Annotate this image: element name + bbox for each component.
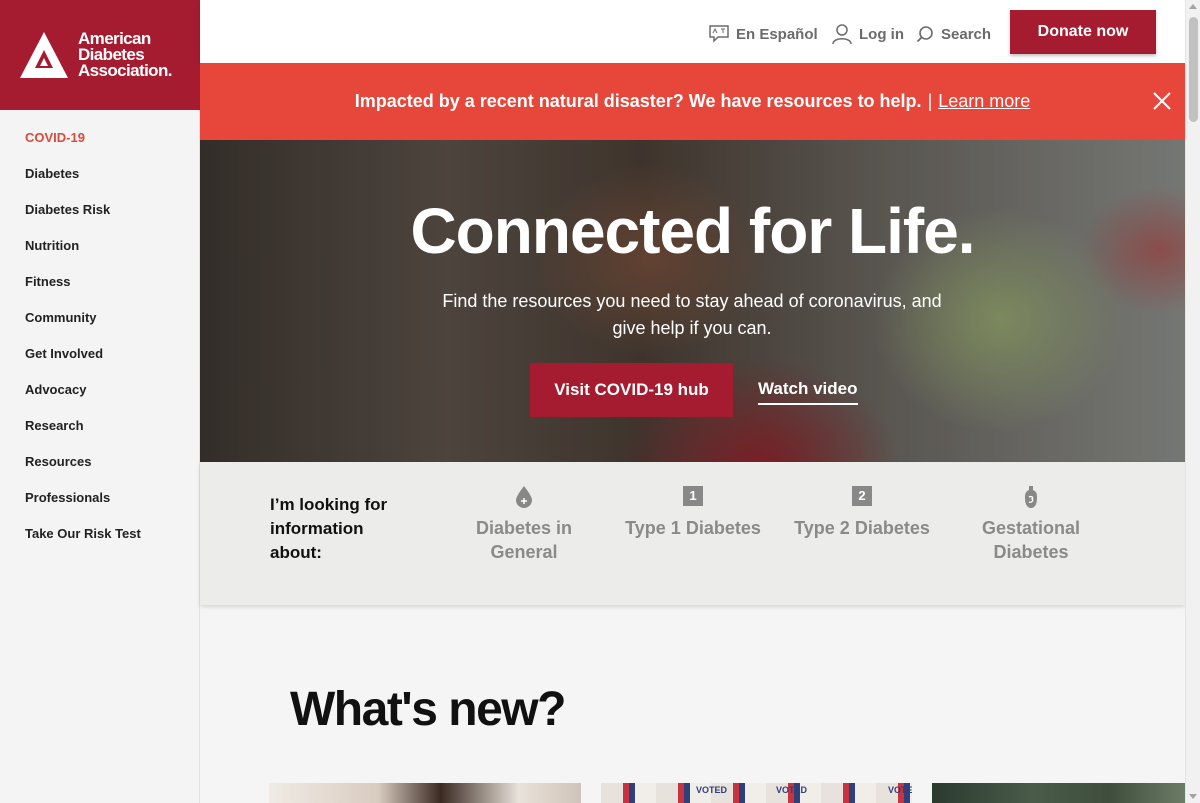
topic-type-2[interactable]: 2 Type 2 Diabetes xyxy=(787,486,937,540)
gestational-icon xyxy=(1025,486,1037,508)
news-card-image[interactable] xyxy=(932,783,1185,803)
topic-type-1[interactable]: 1 Type 1 Diabetes xyxy=(618,486,768,540)
sticker-text: VOTE xyxy=(888,785,912,795)
type1-icon: 1 xyxy=(683,486,703,506)
logo-wordmark: American Diabetes Association. xyxy=(78,30,172,80)
search-button[interactable]: Search xyxy=(916,24,991,44)
language-switch[interactable]: En Español xyxy=(709,24,818,44)
news-card-image[interactable] xyxy=(269,783,581,803)
ada-triangle-logo-icon xyxy=(20,32,68,78)
scroll-down-arrow-icon[interactable] xyxy=(1189,794,1197,799)
topic-label: Type 1 Diabetes xyxy=(625,518,761,538)
translate-icon xyxy=(709,25,729,43)
donate-button[interactable]: Donate now xyxy=(1010,10,1156,54)
sidebar-item-covid-19[interactable]: COVID-19 xyxy=(0,129,199,165)
sidebar-item-diabetes[interactable]: Diabetes xyxy=(0,165,199,201)
sidebar-item-advocacy[interactable]: Advocacy xyxy=(0,381,199,417)
alert-separator: | xyxy=(927,91,933,111)
topic-label: Diabetes in General xyxy=(475,518,573,562)
alert-message: Impacted by a recent natural disaster? W… xyxy=(354,91,922,111)
main-nav: COVID-19 Diabetes Diabetes Risk Nutritio… xyxy=(0,110,199,561)
disaster-alert-banner: Impacted by a recent natural disaster? W… xyxy=(200,63,1185,140)
sticker-text: VOTED xyxy=(776,785,808,795)
hero-banner: Connected for Life. Find the resources y… xyxy=(200,140,1185,462)
sidebar-item-nutrition[interactable]: Nutrition xyxy=(0,237,199,273)
top-bar: En Español Log in Search Donate now xyxy=(200,0,1185,63)
language-label: En Español xyxy=(736,25,818,43)
sidebar-item-research[interactable]: Research xyxy=(0,417,199,453)
sticker-text: VOTED xyxy=(696,785,728,795)
topic-selector: I’m looking for information about: Diabe… xyxy=(200,462,1185,605)
type2-icon: 2 xyxy=(852,486,872,506)
sidebar-item-professionals[interactable]: Professionals xyxy=(0,489,199,525)
whats-new-heading: What's new? xyxy=(290,683,566,736)
close-icon[interactable] xyxy=(1153,92,1171,110)
alert-learn-more-link[interactable]: Learn more xyxy=(938,91,1030,112)
hero-title: Connected for Life. xyxy=(410,195,975,267)
topic-selector-label: I’m looking for information about: xyxy=(270,495,388,562)
watch-video-link[interactable]: Watch video xyxy=(758,379,858,405)
visit-covid-hub-button[interactable]: Visit COVID-19 hub xyxy=(530,363,733,417)
sidebar-item-community[interactable]: Community xyxy=(0,309,199,345)
login-label: Log in xyxy=(859,25,904,43)
news-card-image[interactable]: VOTED VOTED VOTE xyxy=(601,783,912,803)
sidebar-item-fitness[interactable]: Fitness xyxy=(0,273,199,309)
hero-subtitle: Find the resources you need to stay ahea… xyxy=(442,291,942,338)
topic-gestational[interactable]: Gestational Diabetes xyxy=(966,486,1096,564)
sidebar-item-get-involved[interactable]: Get Involved xyxy=(0,345,199,381)
page-scrollbar[interactable] xyxy=(1185,0,1200,803)
user-icon xyxy=(832,24,852,44)
sidebar: American Diabetes Association. COVID-19 … xyxy=(0,0,200,803)
ada-logo[interactable]: American Diabetes Association. xyxy=(0,0,200,110)
drop-icon xyxy=(516,486,532,508)
topic-label: Type 2 Diabetes xyxy=(794,518,930,538)
topic-diabetes-general[interactable]: Diabetes in General xyxy=(460,486,588,564)
scroll-thumb[interactable] xyxy=(1189,17,1198,122)
sidebar-item-resources[interactable]: Resources xyxy=(0,453,199,489)
scroll-up-arrow-icon[interactable] xyxy=(1189,4,1197,9)
topic-label: Gestational Diabetes xyxy=(981,518,1081,562)
sidebar-item-risk-test[interactable]: Take Our Risk Test xyxy=(0,525,199,561)
search-icon xyxy=(916,26,933,43)
sidebar-item-diabetes-risk[interactable]: Diabetes Risk xyxy=(0,201,199,237)
search-label: Search xyxy=(941,25,992,43)
login-link[interactable]: Log in xyxy=(832,24,904,44)
logo-line-3: Association. xyxy=(78,61,172,80)
